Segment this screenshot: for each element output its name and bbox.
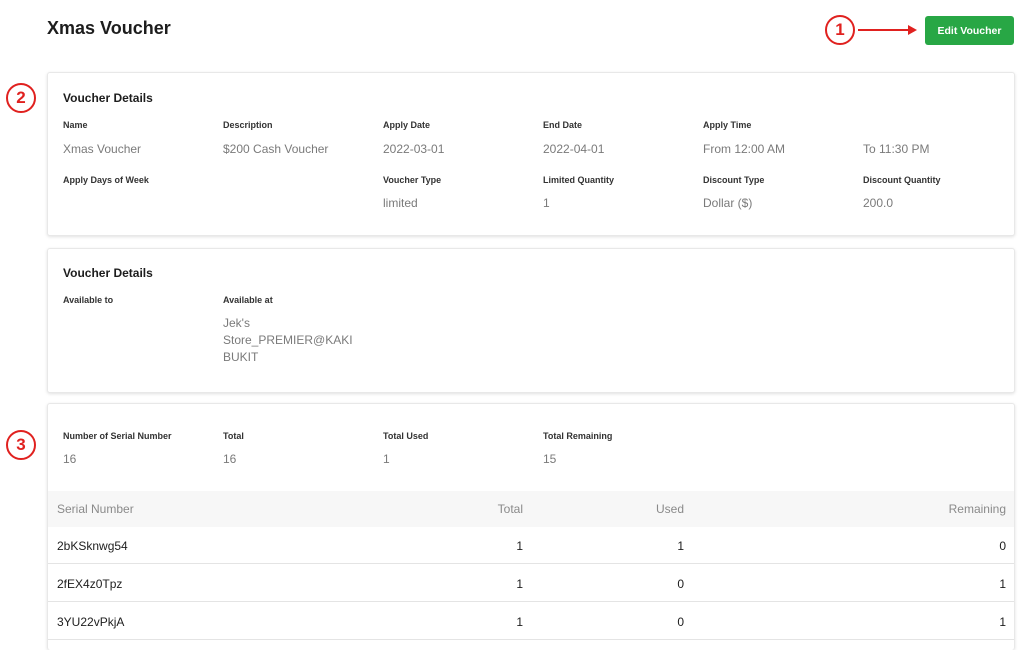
serial-count-label: Number of Serial Number (63, 431, 172, 441)
name-value: Xmas Voucher (63, 142, 142, 156)
available-to-label: Available to (63, 295, 114, 305)
apply-time-from: From 12:00 AM (703, 142, 786, 156)
discount-quantity-value: 200.0 (863, 196, 894, 210)
annotation-marker-2: 2 (6, 83, 36, 113)
column-header-remaining[interactable]: Remaining (906, 502, 1006, 516)
limited-quantity-value: 1 (543, 196, 550, 210)
cell-total: 1 (516, 615, 523, 629)
annotation-marker-1: 1 (825, 15, 855, 45)
serial-remaining-value: 15 (543, 452, 557, 466)
cell-serial-number: 2bKSknwg54 (57, 539, 128, 553)
availability-title: Voucher Details (63, 266, 153, 280)
available-at-line-1: Jek's (223, 316, 250, 330)
cell-used: 0 (677, 577, 684, 591)
cell-used: 0 (677, 615, 684, 629)
serial-used-value: 1 (383, 452, 390, 466)
apply-days-label: Apply Days of Week (63, 175, 149, 185)
cell-total: 1 (516, 577, 523, 591)
name-label: Name (63, 120, 88, 130)
edit-voucher-button[interactable]: Edit Voucher (925, 16, 1014, 45)
annotation-arrow-line (858, 29, 910, 31)
available-at-label: Available at (223, 295, 273, 305)
voucher-details-card: Voucher Details Name Xmas Voucher Descri… (47, 72, 1015, 236)
discount-type-value: Dollar ($) (703, 196, 753, 210)
table-row[interactable]: 3YU22vPkjA 1 0 1 (48, 603, 1014, 640)
cell-used: 1 (677, 539, 684, 553)
voucher-type-value: limited (383, 196, 418, 210)
serial-table-header: Serial Number Total Used Remaining (48, 491, 1014, 527)
end-date-label: End Date (543, 120, 583, 130)
description-value: $200 Cash Voucher (223, 142, 329, 156)
cell-serial-number: 3YU22vPkjA (57, 615, 125, 629)
available-at-line-2: Store_PREMIER@KAKI (223, 333, 353, 347)
column-header-total[interactable]: Total (483, 502, 523, 516)
column-header-serial-number[interactable]: Serial Number (57, 502, 134, 516)
page-title: Xmas Voucher (47, 18, 171, 38)
serial-total-label: Total (223, 431, 244, 441)
description-label: Description (223, 120, 273, 130)
column-header-used[interactable]: Used (644, 502, 684, 516)
cell-remaining: 1 (999, 577, 1006, 591)
apply-date-label: Apply Date (383, 120, 431, 130)
serial-used-label: Total Used (383, 431, 429, 441)
serial-count-value: 16 (63, 452, 77, 466)
table-row[interactable]: 2fEX4z0Tpz 1 0 1 (48, 565, 1014, 602)
cell-remaining: 0 (999, 539, 1006, 553)
voucher-type-label: Voucher Type (383, 175, 442, 185)
cell-serial-number: 2fEX4z0Tpz (57, 577, 123, 591)
discount-quantity-label: Discount Quantity (863, 175, 941, 185)
cell-remaining: 1 (999, 615, 1006, 629)
serial-numbers-card: Number of Serial Number 16 Total 16 Tota… (47, 403, 1015, 650)
annotation-marker-3: 3 (6, 430, 36, 460)
discount-type-label: Discount Type (703, 175, 765, 185)
available-at-line-3: BUKIT (223, 350, 259, 364)
table-row[interactable]: 2bKSknwg54 1 1 0 (48, 527, 1014, 564)
cell-total: 1 (516, 539, 523, 553)
voucher-details-title: Voucher Details (63, 91, 153, 105)
serial-total-value: 16 (223, 452, 237, 466)
availability-card: Voucher Details Available to Available a… (47, 248, 1015, 393)
apply-time-to: To 11:30 PM (863, 142, 930, 156)
limited-quantity-label: Limited Quantity (543, 175, 615, 185)
apply-time-label: Apply Time (703, 120, 752, 130)
annotation-arrow-head (908, 25, 917, 35)
end-date-value: 2022-04-01 (543, 142, 605, 156)
serial-remaining-label: Total Remaining (543, 431, 613, 441)
apply-date-value: 2022-03-01 (383, 142, 445, 156)
